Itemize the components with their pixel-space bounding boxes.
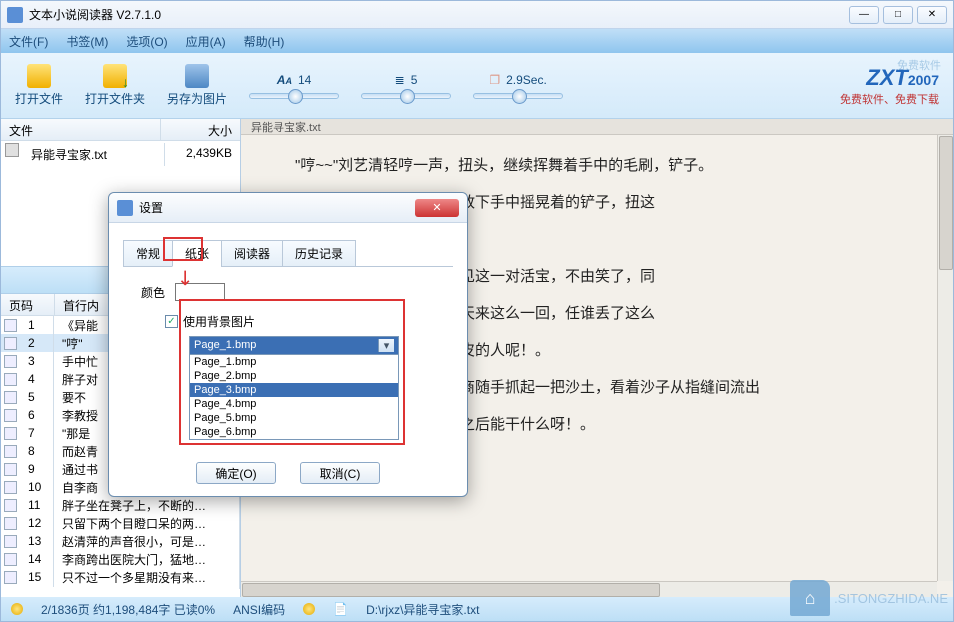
- dialog-close-button[interactable]: ✕: [415, 199, 459, 217]
- page-icon: [4, 319, 17, 332]
- menu-app[interactable]: 应用(A): [186, 33, 226, 50]
- cancel-button[interactable]: 取消(C): [300, 462, 380, 484]
- watermark-text: .SITONGZHIDA.NE: [834, 591, 948, 606]
- page-icon: [4, 463, 17, 476]
- file-col-size[interactable]: 大小: [161, 119, 240, 140]
- pages-icon: ❐: [489, 73, 500, 87]
- page-icon: [4, 535, 17, 548]
- page-icon: [4, 445, 17, 458]
- menubar: 文件(F) 书签(M) 选项(O) 应用(A) 帮助(H): [1, 29, 953, 53]
- toolbar: 免费软件 打开文件 ↓ 打开文件夹 另存为图片 AA14 ≣5 ❐2.9Sec.…: [1, 53, 953, 119]
- save-as-image-button[interactable]: 另存为图片: [167, 64, 227, 107]
- font-size-slider[interactable]: AA14: [249, 73, 339, 99]
- dialog-icon: [117, 200, 133, 216]
- file-icon: [5, 143, 19, 157]
- open-file-button[interactable]: 打开文件: [15, 64, 63, 107]
- status-orb2-icon: [303, 603, 315, 615]
- vertical-scrollbar[interactable]: [937, 135, 953, 581]
- line-spacing-icon: ≣: [395, 73, 405, 87]
- page-icon: [4, 391, 17, 404]
- file-list-header: 文件 大小: [1, 119, 240, 141]
- titlebar: 文本小说阅读器 V2.7.1.0 ― □ ✕: [1, 1, 953, 29]
- watermark-icon: ⌂: [790, 580, 830, 616]
- annotation-box: [163, 237, 203, 261]
- page-icon: [4, 373, 17, 386]
- maximize-button[interactable]: □: [883, 6, 913, 24]
- reader-file-header: 异能寻宝家.txt: [241, 119, 953, 135]
- page-icon: [4, 427, 17, 440]
- tab-history[interactable]: 历史记录: [282, 240, 356, 267]
- page-icon: [4, 409, 17, 422]
- file-col-name[interactable]: 文件: [1, 119, 161, 140]
- free-software-label: 免费软件: [897, 57, 941, 73]
- status-page-info: 2/1836页 约1,198,484字 已读0%: [41, 601, 215, 618]
- page-icon: [4, 517, 17, 530]
- dialog-titlebar[interactable]: 设置 ✕: [109, 193, 467, 223]
- settings-dialog: 设置 ✕ 常规 纸张 阅读器 历史记录 ↘ 颜色 ✓ 使用背景图片 Page_1…: [108, 192, 468, 497]
- page-icon: [4, 355, 17, 368]
- font-size-icon: AA: [277, 73, 292, 87]
- dialog-title-text: 设置: [139, 199, 163, 216]
- menu-help[interactable]: 帮助(H): [244, 33, 285, 50]
- page-icon: [4, 571, 17, 584]
- annotation-box-2: [179, 299, 405, 445]
- folder-open-icon: ↓: [103, 64, 127, 88]
- page-icon: [4, 499, 17, 512]
- open-folder-button[interactable]: ↓ 打开文件夹: [85, 64, 145, 107]
- file-row[interactable]: 异能寻宝家.txt 2,439KB: [1, 141, 240, 168]
- color-label: 颜色: [141, 284, 165, 301]
- folder-icon: [27, 64, 51, 88]
- menu-options[interactable]: 选项(O): [126, 33, 167, 50]
- status-encoding: ANSI编码: [233, 601, 285, 618]
- line-spacing-slider[interactable]: ≣5: [361, 73, 451, 99]
- page-icon: [4, 337, 17, 350]
- minimize-button[interactable]: ―: [849, 6, 879, 24]
- page-col-num[interactable]: 页码: [1, 294, 55, 315]
- window-title: 文本小说阅读器 V2.7.1.0: [29, 6, 849, 23]
- tab-reader[interactable]: 阅读器: [221, 240, 283, 267]
- page-row[interactable]: 15只不过一个多星期没有来…: [1, 568, 240, 586]
- save-icon: [185, 64, 209, 88]
- page-icon: [4, 553, 17, 566]
- status-path: D:\rjxz\异能寻宝家.txt: [366, 601, 479, 618]
- page-icon: [4, 481, 17, 494]
- close-button[interactable]: ✕: [917, 6, 947, 24]
- reader-line: "哼~~"刘艺清轻哼一声，扭头，继续挥舞着手中的毛刷，铲子。: [265, 149, 929, 182]
- ok-button[interactable]: 确定(O): [196, 462, 276, 484]
- checkbox-icon: ✓: [165, 315, 178, 328]
- menu-bookmark[interactable]: 书签(M): [66, 33, 108, 50]
- scroll-speed-slider[interactable]: ❐2.9Sec.: [473, 73, 563, 99]
- menu-file[interactable]: 文件(F): [9, 33, 48, 50]
- app-icon: [7, 7, 23, 23]
- watermark: ⌂ .SITONGZHIDA.NE: [790, 580, 948, 616]
- status-orb-icon: [11, 603, 23, 615]
